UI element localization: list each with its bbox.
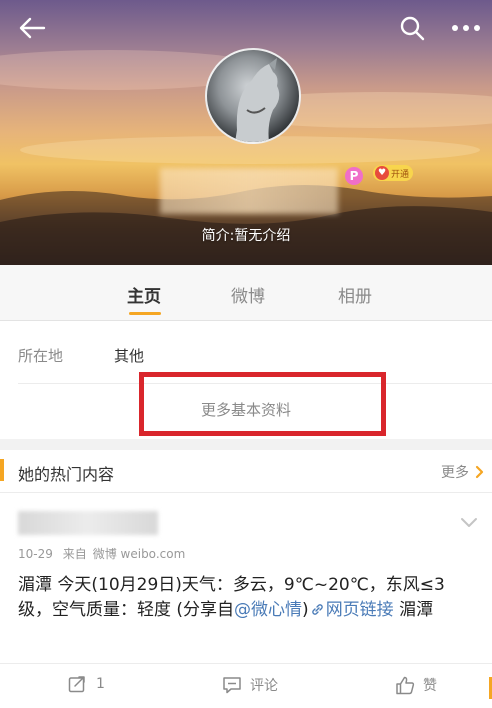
vip-open-badge[interactable]: ♥ 开通 [373,165,414,181]
wolf-avatar-image [235,58,280,142]
comment-button[interactable]: 评论 [222,675,278,695]
section-accent-bar [0,459,4,481]
chevron-down-icon [461,518,477,527]
like-label: 赞 [423,678,437,694]
post-action-bar: 1 评论 赞 [0,663,492,708]
repost-button[interactable]: 1 [68,675,105,693]
tab-album[interactable]: 相册 [338,282,372,307]
post-close-paren: ) [302,600,309,620]
post-date: 10-29 [18,547,53,561]
hot-more-label: 更多 [441,465,469,481]
tab-weibo[interactable]: 微博 [231,282,265,307]
post-text: 湄潭 今天(10月29日)天气：多云，9℃~20℃，东风≤3级，空气质量：轻度 … [18,573,478,623]
hot-more-link[interactable]: 更多 [441,462,484,482]
location-value: 其他 [114,347,145,365]
post-web-link-label: 网页链接 [325,600,394,620]
post-web-link[interactable]: 网页链接 [309,600,394,620]
comment-icon [223,677,241,694]
membership-badge[interactable]: P [345,167,363,185]
heart-icon: ♥ [375,166,389,180]
hot-content-title: 她的热门内容 [18,465,115,484]
profile-banner: P ♥ 开通 简介:暂无介绍 [0,0,492,265]
profile-bio: 简介:暂无介绍 [201,228,291,244]
post-meta: 10-29 来自 微博 weibo.com [18,545,191,562]
more-button[interactable] [450,12,482,44]
chevron-right-icon [475,465,484,479]
search-icon [400,16,425,41]
post-menu-button[interactable] [460,513,478,532]
location-key: 所在地 [18,347,64,365]
search-button[interactable] [396,12,428,44]
hot-content-header: 她的热门内容 更多 [0,450,492,493]
like-button[interactable]: 赞 [395,675,437,695]
post-source: 微博 weibo.com [92,547,186,561]
avatar[interactable] [205,48,301,144]
post-source-prefix: 来自 [62,547,87,561]
like-icon [396,676,415,694]
link-icon [311,604,323,615]
repost-count: 1 [96,676,105,692]
vip-label: 开通 [391,169,410,180]
highlight-box [139,372,386,436]
tab-home[interactable]: 主页 [127,282,161,307]
username-blurred [160,168,338,214]
back-button[interactable] [16,12,48,44]
repost-icon [68,676,85,693]
profile-tabs: 主页 微博 相册 [0,265,492,321]
post-author-blurred [18,511,158,535]
post-text-tail: 湄潭 [393,600,434,620]
back-arrow-icon [19,17,46,39]
comment-label: 评论 [250,678,278,694]
membership-letter: P [349,169,359,183]
post-mention-link[interactable]: @微心情 [234,600,302,620]
active-tab-indicator [129,312,161,315]
weibo-post[interactable]: 10-29 来自 微博 weibo.com 湄潭 今天(10月29日)天气：多云，… [0,493,492,663]
more-icon [452,25,480,31]
